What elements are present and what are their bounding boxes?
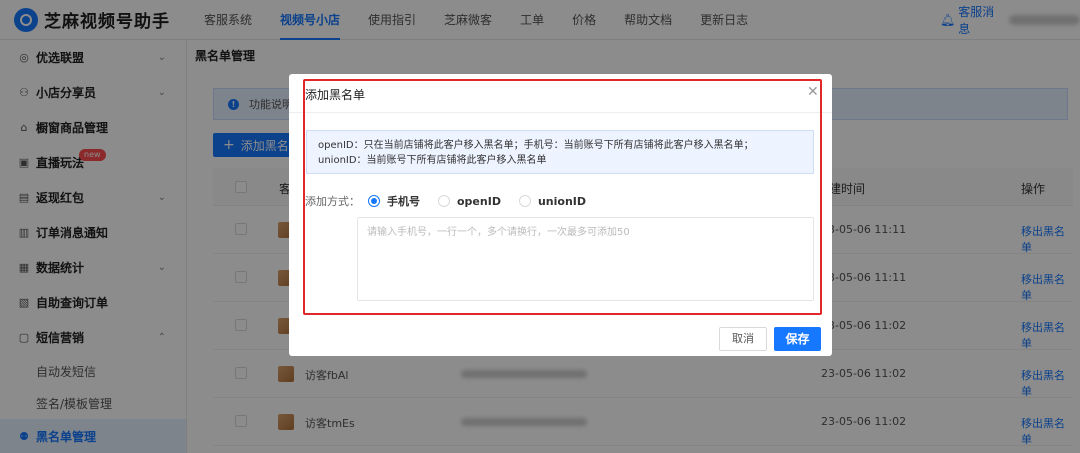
annotation-highlight-box bbox=[303, 79, 822, 315]
cancel-button[interactable]: 取消 bbox=[719, 327, 767, 351]
save-button[interactable]: 保存 bbox=[774, 327, 821, 351]
